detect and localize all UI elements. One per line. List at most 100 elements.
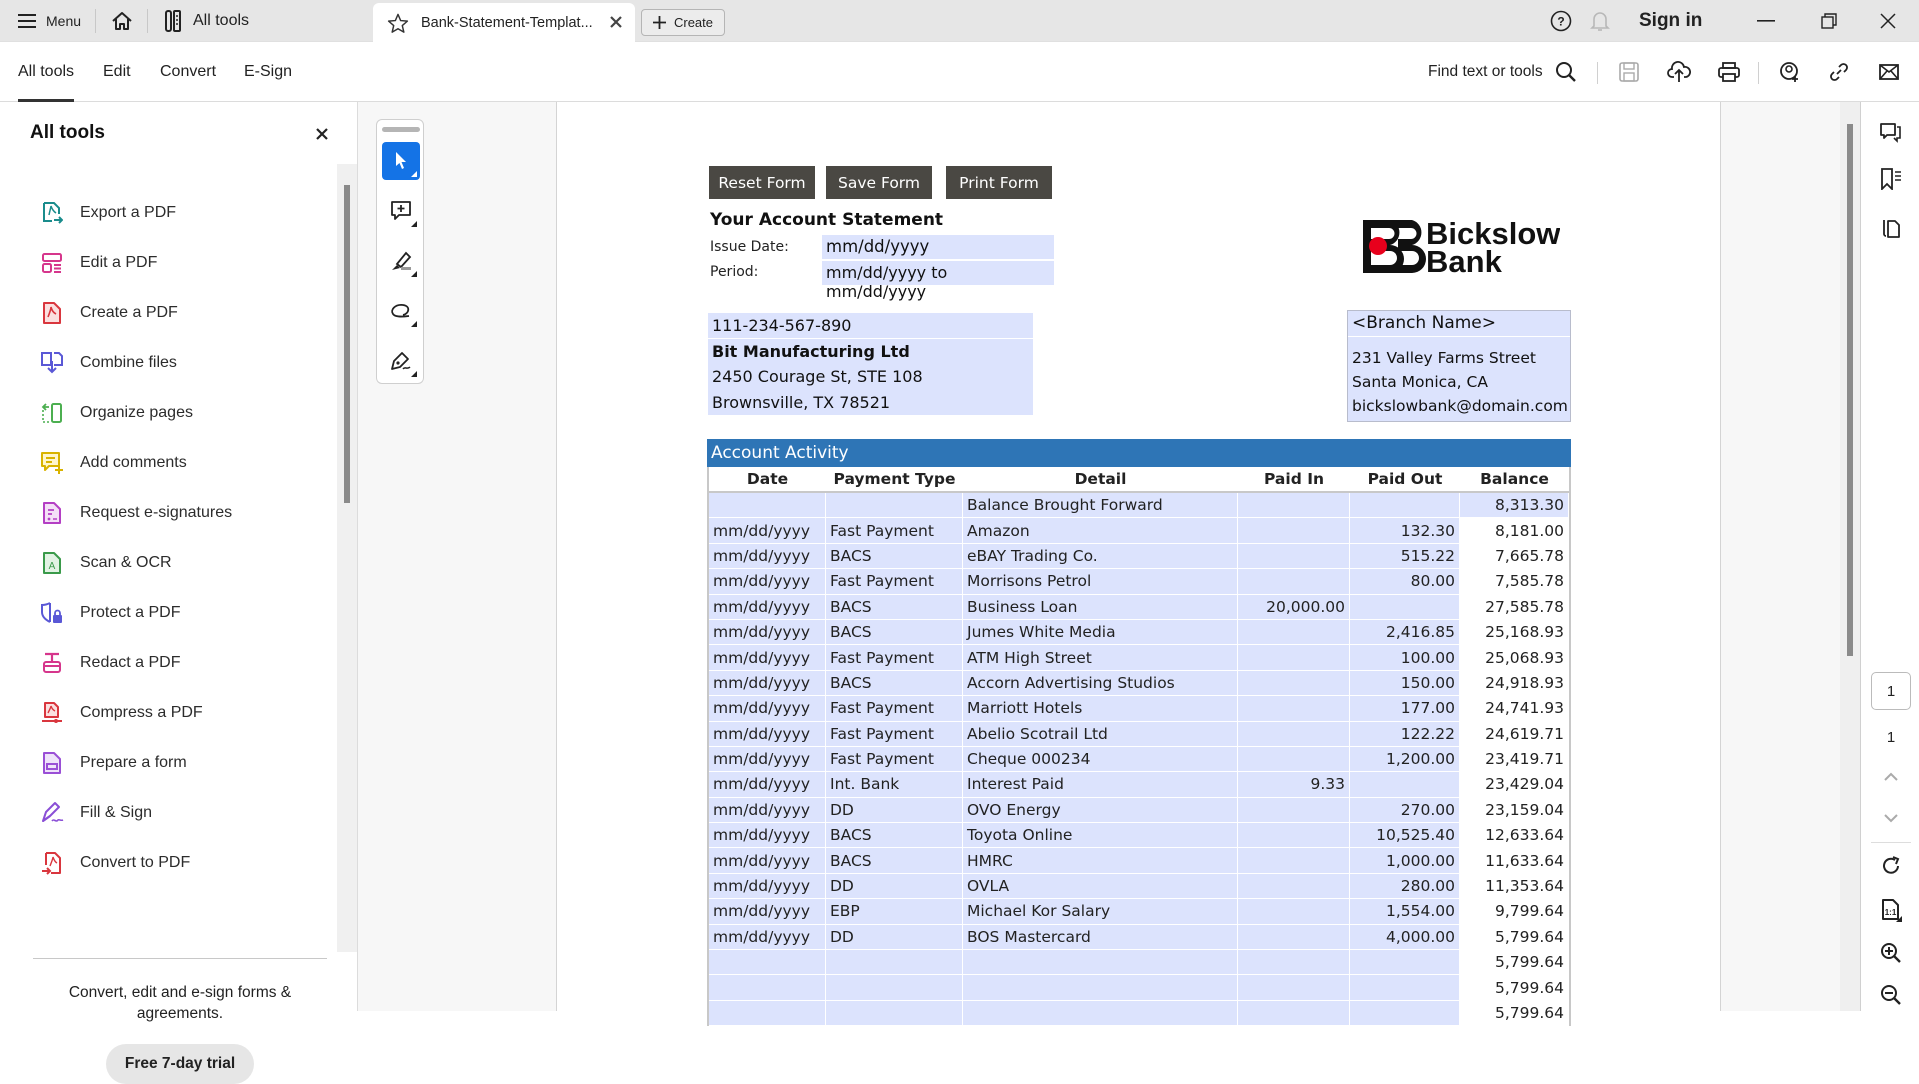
date-cell[interactable]: mm/dd/yyyy xyxy=(709,645,826,671)
close-panel-icon[interactable] xyxy=(316,128,328,140)
date-cell[interactable]: mm/dd/yyyy xyxy=(709,721,826,747)
date-cell[interactable]: mm/dd/yyyy xyxy=(709,848,826,874)
tool-fill-and-sign[interactable]: Fill & Sign xyxy=(40,793,330,833)
payment-type-cell[interactable]: Fast Payment xyxy=(826,746,963,773)
save-icon[interactable] xyxy=(1617,60,1641,84)
payment-type-cell[interactable]: BACS xyxy=(826,848,963,874)
paid-in-cell[interactable] xyxy=(1238,543,1350,570)
detail-cell[interactable]: BOS Mastercard xyxy=(963,924,1238,951)
detail-cell[interactable]: OVO Energy xyxy=(963,797,1238,824)
detail-cell[interactable]: Amazon xyxy=(963,518,1238,544)
payment-type-cell[interactable]: DD xyxy=(826,873,963,900)
issue-date-field[interactable]: mm/dd/yyyy xyxy=(822,235,1054,259)
print-icon[interactable] xyxy=(1717,60,1741,84)
paid-in-cell[interactable] xyxy=(1238,1000,1350,1027)
payment-type-cell[interactable] xyxy=(826,950,963,976)
detail-cell[interactable]: Morrisons Petrol xyxy=(963,569,1238,595)
tool-convert-to-pdf[interactable]: Convert to PDF xyxy=(40,843,330,883)
paid-in-cell[interactable] xyxy=(1238,975,1350,1001)
date-cell[interactable]: mm/dd/yyyy xyxy=(709,670,826,697)
minimize-button[interactable] xyxy=(1757,0,1775,42)
payment-type-cell[interactable]: Fast Payment xyxy=(826,721,963,747)
drag-handle[interactable] xyxy=(382,127,420,132)
address-line1-field[interactable]: 2450 Courage St, STE 108 xyxy=(708,364,1033,390)
date-cell[interactable] xyxy=(709,975,826,1001)
date-cell[interactable] xyxy=(709,950,826,976)
payment-type-cell[interactable] xyxy=(826,493,963,519)
company-name-field[interactable]: Bit Manufacturing Ltd xyxy=(708,339,1033,364)
tool-add-comments[interactable]: Add comments xyxy=(40,443,330,483)
detail-cell[interactable] xyxy=(963,1000,1238,1027)
rotate-button[interactable] xyxy=(1878,853,1904,879)
paid-in-cell[interactable]: 20,000.00 xyxy=(1238,594,1350,620)
paid-out-cell[interactable]: 270.00 xyxy=(1350,797,1460,824)
paid-out-cell[interactable]: 177.00 xyxy=(1350,696,1460,722)
payment-type-cell[interactable]: DD xyxy=(826,924,963,951)
paid-out-cell[interactable]: 280.00 xyxy=(1350,873,1460,900)
tool-request-e-signatures[interactable]: Request e-signatures xyxy=(40,493,330,533)
paid-in-cell[interactable] xyxy=(1238,873,1350,900)
payment-type-cell[interactable]: BACS xyxy=(826,543,963,570)
restore-button[interactable] xyxy=(1821,0,1837,42)
paid-in-cell[interactable] xyxy=(1238,848,1350,874)
date-cell[interactable]: mm/dd/yyyy xyxy=(709,518,826,544)
paid-out-cell[interactable]: 100.00 xyxy=(1350,645,1460,671)
notifications-button[interactable] xyxy=(1590,0,1610,42)
comments-panel-button[interactable] xyxy=(1878,120,1904,146)
link-icon[interactable] xyxy=(1827,60,1851,84)
sign-tool[interactable] xyxy=(382,342,420,380)
close-window-button[interactable] xyxy=(1880,0,1896,42)
page-fit-button[interactable]: 1:1 xyxy=(1878,897,1904,923)
close-tab-icon[interactable] xyxy=(609,15,623,29)
account-number-field[interactable]: 111-234-567-890 xyxy=(708,313,1033,338)
paid-in-cell[interactable] xyxy=(1238,696,1350,722)
detail-cell[interactable]: ATM High Street xyxy=(963,645,1238,671)
paid-in-cell[interactable] xyxy=(1238,950,1350,976)
paid-out-cell[interactable]: 150.00 xyxy=(1350,670,1460,697)
date-cell[interactable]: mm/dd/yyyy xyxy=(709,543,826,570)
date-cell[interactable]: mm/dd/yyyy xyxy=(709,594,826,620)
paid-out-cell[interactable] xyxy=(1350,975,1460,1001)
paid-in-cell[interactable] xyxy=(1238,823,1350,849)
paid-in-cell[interactable] xyxy=(1238,670,1350,697)
tab-e-sign[interactable]: E-Sign xyxy=(244,42,292,102)
paid-in-cell[interactable] xyxy=(1238,518,1350,544)
paid-in-cell[interactable] xyxy=(1238,721,1350,747)
detail-cell[interactable]: Marriott Hotels xyxy=(963,696,1238,722)
panel-scrollbar-thumb[interactable] xyxy=(344,185,350,503)
paid-out-cell[interactable]: 1,554.00 xyxy=(1350,899,1460,925)
paid-out-cell[interactable] xyxy=(1350,1000,1460,1027)
paid-out-cell[interactable]: 80.00 xyxy=(1350,569,1460,595)
date-cell[interactable] xyxy=(709,1000,826,1027)
date-cell[interactable]: mm/dd/yyyy xyxy=(709,823,826,849)
paid-in-cell[interactable] xyxy=(1238,899,1350,925)
payment-type-cell[interactable]: EBP xyxy=(826,899,963,925)
find-text-or-tools[interactable]: Find text or tools xyxy=(1428,42,1543,102)
payment-type-cell[interactable]: BACS xyxy=(826,823,963,849)
zoom-out-button[interactable] xyxy=(1878,982,1904,1008)
paid-out-cell[interactable]: 1,200.00 xyxy=(1350,746,1460,773)
payment-type-cell[interactable]: Fast Payment xyxy=(826,518,963,544)
select-tool[interactable] xyxy=(382,142,420,180)
tool-combine-files[interactable]: Combine files xyxy=(40,343,330,383)
tool-organize-pages[interactable]: Organize pages xyxy=(40,393,330,433)
date-cell[interactable]: mm/dd/yyyy xyxy=(709,797,826,824)
branch-name-field[interactable]: <Branch Name> xyxy=(1348,311,1570,337)
tool-scan-and-ocr[interactable]: A Scan & OCR xyxy=(40,543,330,583)
zoom-in-button[interactable] xyxy=(1878,940,1904,966)
save-form-button[interactable]: Save Form xyxy=(826,166,932,199)
star-icon[interactable] xyxy=(387,13,409,34)
detail-cell[interactable]: Michael Kor Salary xyxy=(963,899,1238,925)
paid-out-cell[interactable]: 2,416.85 xyxy=(1350,619,1460,646)
print-form-button[interactable]: Print Form xyxy=(946,166,1052,199)
date-cell[interactable] xyxy=(709,493,826,519)
document-tab[interactable]: Bank-Statement-Templat... xyxy=(373,3,635,43)
paid-in-cell[interactable] xyxy=(1238,746,1350,773)
home-button[interactable] xyxy=(111,0,133,42)
paid-in-cell[interactable] xyxy=(1238,569,1350,595)
add-comment-tool[interactable] xyxy=(382,192,420,230)
current-page-input[interactable]: 1 xyxy=(1871,672,1911,710)
date-cell[interactable]: mm/dd/yyyy xyxy=(709,569,826,595)
paid-out-cell[interactable]: 515.22 xyxy=(1350,543,1460,570)
tool-export-a-pdf[interactable]: Export a PDF xyxy=(40,193,330,233)
